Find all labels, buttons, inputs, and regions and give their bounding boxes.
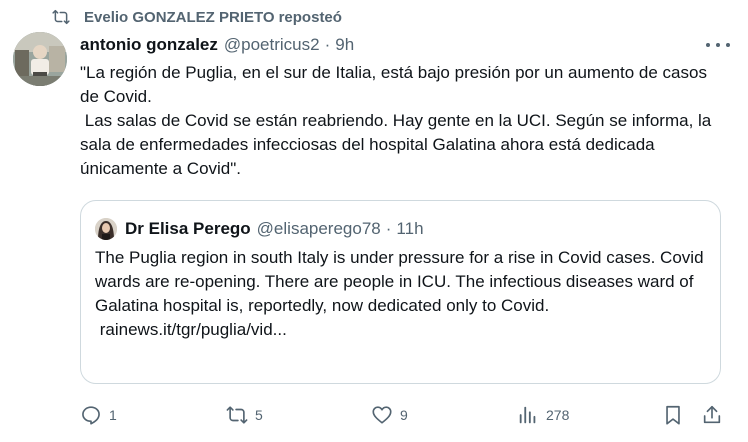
more-dot-icon bbox=[716, 43, 720, 47]
reply-icon bbox=[82, 406, 100, 425]
like-count: 9 bbox=[400, 407, 408, 423]
share-button[interactable] bbox=[701, 402, 723, 428]
more-dot-icon bbox=[706, 43, 710, 47]
bookmark-button[interactable] bbox=[662, 402, 684, 428]
quote-text: The Puglia region in south Italy is unde… bbox=[95, 246, 713, 342]
repost-indicator[interactable]: Evelio GONZALEZ PRIETO reposteó bbox=[52, 6, 342, 28]
quote-author-name[interactable]: Dr Elisa Perego bbox=[125, 219, 251, 239]
quote-avatar[interactable] bbox=[95, 218, 117, 240]
separator-dot: · bbox=[324, 35, 331, 54]
quote-text-paragraph: The Puglia region in south Italy is unde… bbox=[95, 248, 709, 315]
bookmark-icon bbox=[666, 405, 680, 425]
views-icon bbox=[519, 406, 536, 424]
tweet-card[interactable]: Evelio GONZALEZ PRIETO reposteó antonio … bbox=[0, 0, 748, 442]
like-button[interactable]: 9 bbox=[371, 402, 408, 428]
more-dot-icon bbox=[726, 43, 730, 47]
quote-author-handle[interactable]: @elisaperego78 bbox=[257, 219, 381, 239]
author-name[interactable]: antonio gonzalez bbox=[80, 35, 218, 55]
action-bar: 1 5 9 278 bbox=[0, 400, 748, 430]
views-count: 278 bbox=[546, 407, 570, 423]
tweet-time[interactable]: 9h bbox=[335, 35, 354, 55]
reply-button[interactable]: 1 bbox=[80, 402, 117, 428]
reply-count: 1 bbox=[109, 407, 117, 423]
tweet-text: "La región de Puglia, en el sur de Itali… bbox=[80, 61, 730, 181]
heart-icon bbox=[372, 406, 392, 424]
tweet-text-paragraph: "La región de Puglia, en el sur de Itali… bbox=[80, 63, 712, 106]
views-button[interactable]: 278 bbox=[517, 402, 569, 428]
avatar[interactable] bbox=[13, 32, 67, 86]
author-handle[interactable]: @poetricus2 bbox=[224, 35, 320, 55]
repost-icon bbox=[52, 8, 70, 26]
quote-header: Dr Elisa Perego @elisaperego78 · 11h bbox=[95, 218, 424, 240]
repost-suffix: reposteó bbox=[278, 8, 342, 26]
reposter-name[interactable]: Evelio GONZALEZ PRIETO bbox=[84, 9, 275, 26]
repost-count: 5 bbox=[255, 407, 263, 423]
quoted-tweet[interactable]: Dr Elisa Perego @elisaperego78 · 11h The… bbox=[80, 200, 721, 384]
repost-icon bbox=[226, 406, 248, 424]
share-icon bbox=[703, 405, 721, 424]
quote-link[interactable]: rainews.it/tgr/puglia/vid... bbox=[95, 318, 713, 342]
quote-time[interactable]: 11h bbox=[396, 219, 423, 239]
tweet-text-paragraph: Las salas de Covid se están reabriendo. … bbox=[80, 111, 716, 178]
more-options-button[interactable] bbox=[706, 38, 730, 52]
separator-dot: · bbox=[385, 219, 392, 238]
tweet-header: antonio gonzalez @poetricus2 · 9h bbox=[80, 34, 354, 56]
repost-button[interactable]: 5 bbox=[226, 402, 263, 428]
